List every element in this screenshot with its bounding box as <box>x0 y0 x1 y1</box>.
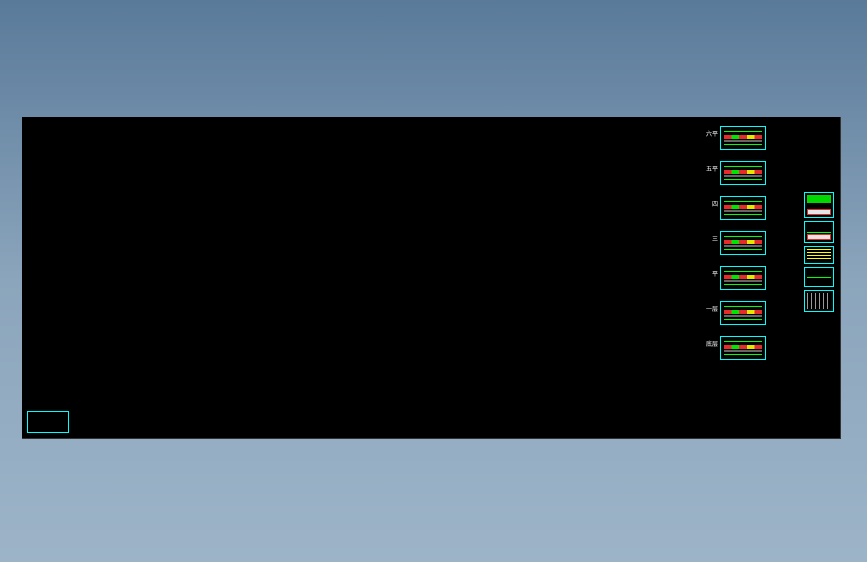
sheet-label: 平 <box>706 272 718 278</box>
sheet-frame <box>720 231 766 255</box>
sheet-label: 五平 <box>706 167 718 173</box>
sheet-label: 六平 <box>706 132 718 138</box>
drawing-canvas[interactable]: 六平 五平 四 三 平 一层 底层 <box>22 117 841 439</box>
titleblock-frame <box>27 411 69 433</box>
sheet-frame <box>720 126 766 150</box>
sheet-item[interactable]: 三 <box>720 231 794 255</box>
sheet-item[interactable]: 平 <box>720 266 794 290</box>
detail-item[interactable] <box>804 221 834 243</box>
sheet-label: 底层 <box>706 342 718 348</box>
sheet-label: 一层 <box>706 307 718 313</box>
sheet-frame <box>720 336 766 360</box>
sheet-item[interactable]: 底层 <box>720 336 794 360</box>
detail-item[interactable] <box>804 267 834 287</box>
detail-item[interactable] <box>804 290 834 312</box>
sheet-item[interactable]: 一层 <box>720 301 794 325</box>
sheet-label: 四 <box>706 202 718 208</box>
sheet-item[interactable]: 五平 <box>720 161 794 185</box>
sheet-column: 六平 五平 四 三 平 一层 底层 <box>720 126 794 371</box>
detail-item[interactable] <box>804 246 834 264</box>
sheet-frame <box>720 161 766 185</box>
sheet-frame <box>720 196 766 220</box>
sheet-label: 三 <box>706 237 718 243</box>
sheet-frame <box>720 266 766 290</box>
detail-column <box>804 192 838 315</box>
detail-item[interactable] <box>804 192 834 218</box>
sheet-frame <box>720 301 766 325</box>
sheet-item[interactable]: 六平 <box>720 126 794 150</box>
sheet-item[interactable]: 四 <box>720 196 794 220</box>
